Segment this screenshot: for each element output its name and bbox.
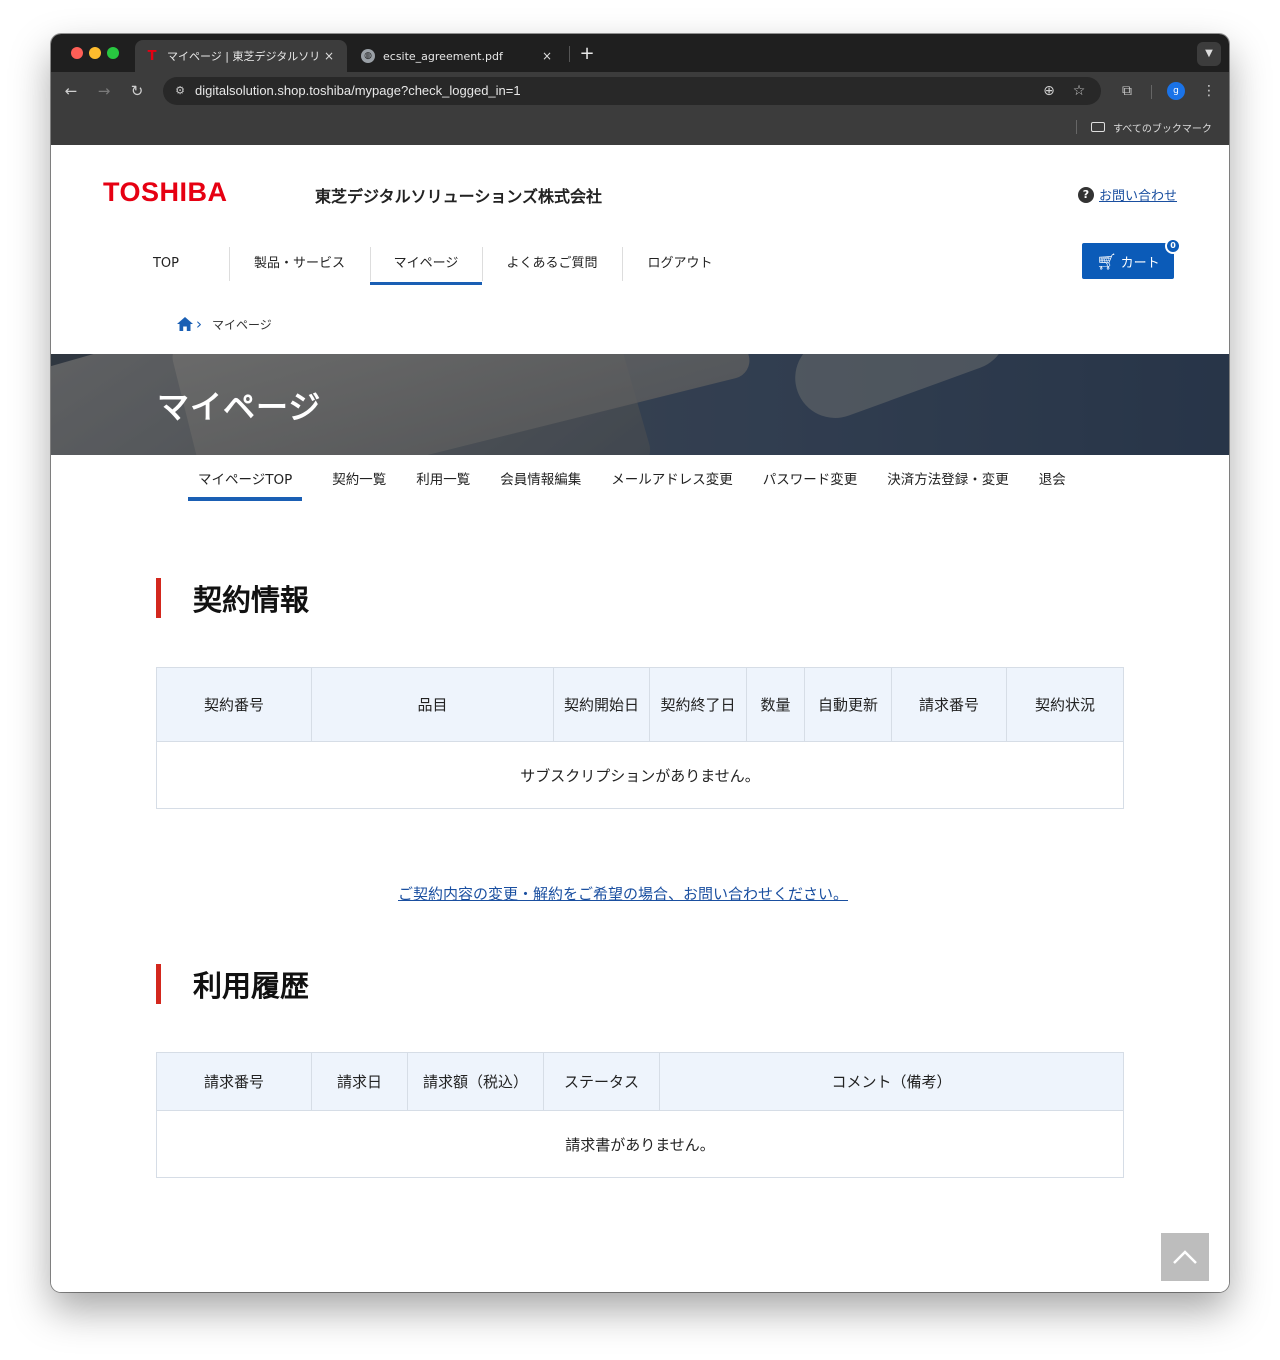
- contracts-table: 契約番号 品目 契約開始日 契約終了日 数量 自動更新 請求番号 契約状況 サブ…: [156, 667, 1124, 809]
- empty-message: サブスクリプションがありません。: [156, 741, 1124, 809]
- contact-link-label[interactable]: お問い合わせ: [1099, 185, 1177, 204]
- subnav-item[interactable]: 契約一覧: [332, 465, 386, 501]
- cart-icon: 🛒︎: [1096, 251, 1117, 271]
- extensions-puzzle-icon[interactable]: ⧉: [1117, 81, 1137, 101]
- subnav-item[interactable]: 退会: [1039, 465, 1066, 501]
- back-to-top-button[interactable]: [1161, 1233, 1209, 1281]
- profile-avatar[interactable]: g: [1167, 82, 1185, 100]
- subnav-item[interactable]: パスワード変更: [763, 465, 858, 501]
- column-header: 契約開始日: [553, 667, 650, 742]
- column-header: 契約状況: [1006, 667, 1124, 742]
- column-header: 請求番号: [156, 1052, 312, 1111]
- contracts-heading: 契約情報: [156, 577, 309, 619]
- hero-banner: マイページ: [51, 354, 1229, 455]
- subnav-item[interactable]: メールアドレス変更: [611, 465, 733, 501]
- table-header-row: 請求番号 請求日 請求額（税込） ステータス コメント（備考）: [156, 1052, 1124, 1111]
- browser-window: T マイページ | 東芝デジタルソリュ × ◍ ecsite_agreement…: [51, 34, 1229, 1292]
- heading-accent-bar: [156, 578, 161, 618]
- table-row: サブスクリプションがありません。: [156, 741, 1124, 809]
- folder-icon: [1091, 122, 1105, 132]
- question-circle-icon: ?: [1078, 186, 1094, 203]
- tab-bar: T マイページ | 東芝デジタルソリュ × ◍ ecsite_agreement…: [51, 34, 1229, 72]
- column-header: 契約終了日: [649, 667, 747, 742]
- more-menu-icon[interactable]: ⋮: [1199, 81, 1219, 101]
- column-header: 契約番号: [156, 667, 312, 742]
- tab-agreement-pdf[interactable]: ◍ ecsite_agreement.pdf ×: [351, 40, 565, 72]
- column-header: 数量: [746, 667, 805, 742]
- breadcrumb-current: マイページ: [212, 317, 272, 332]
- table-header-row: 契約番号 品目 契約開始日 契約終了日 数量 自動更新 請求番号 契約状況: [156, 667, 1124, 742]
- empty-message: 請求書がありません。: [156, 1110, 1124, 1178]
- browser-toolbar: ← → ↻ ⚙ digitalsolution.shop.toshiba/myp…: [51, 72, 1229, 110]
- new-tab-button[interactable]: +: [575, 42, 599, 66]
- minimize-window-button[interactable]: [89, 47, 101, 59]
- column-header: 請求額（税込）: [407, 1052, 544, 1111]
- column-header: 請求日: [311, 1052, 408, 1111]
- page-title: マイページ: [157, 388, 322, 426]
- close-window-button[interactable]: [71, 47, 83, 59]
- nav-item[interactable]: ログアウト: [622, 245, 738, 283]
- subnav-item[interactable]: 利用一覧: [416, 465, 470, 501]
- address-bar[interactable]: ⚙ digitalsolution.shop.toshiba/mypage?ch…: [163, 77, 1101, 105]
- table-row: 請求書がありません。: [156, 1110, 1124, 1178]
- contracts-heading-text: 契約情報: [193, 583, 310, 617]
- bookmarks-bar: すべてのブックマーク: [51, 110, 1229, 145]
- tab-title: ecsite_agreement.pdf: [383, 49, 503, 63]
- toshiba-logo[interactable]: TOSHIBA: [103, 177, 228, 208]
- chevron-up-icon: [1173, 1250, 1197, 1264]
- tab-mypage[interactable]: T マイページ | 東芝デジタルソリュ ×: [135, 40, 347, 72]
- cart-button[interactable]: 🛒︎ カート: [1082, 243, 1174, 279]
- bookmarks-separator: [1076, 120, 1077, 134]
- subnav-item[interactable]: 会員情報編集: [500, 465, 581, 501]
- usage-heading: 利用履歴: [156, 963, 309, 1005]
- url-text[interactable]: digitalsolution.shop.toshiba/mypage?chec…: [195, 77, 521, 105]
- forward-arrow-icon[interactable]: →: [94, 81, 114, 101]
- site-settings-icon[interactable]: ⚙: [171, 82, 189, 100]
- subnav-item[interactable]: 決済方法登録・変更: [887, 465, 1009, 501]
- cart-label: カート: [1120, 255, 1160, 271]
- nav-item[interactable]: TOP: [103, 245, 229, 283]
- column-header: コメント（備考）: [659, 1052, 1124, 1111]
- reload-icon[interactable]: ↻: [127, 81, 147, 101]
- all-bookmarks-label: すべてのブックマーク: [1113, 123, 1212, 135]
- page-content: TOSHIBA 東芝デジタルソリューションズ株式会社 ? お問い合わせ TOP 製…: [51, 145, 1229, 1292]
- maximize-window-button[interactable]: [107, 47, 119, 59]
- breadcrumb: › マイページ: [176, 315, 272, 333]
- toshiba-favicon-icon: T: [147, 48, 157, 64]
- nav-item[interactable]: マイページ: [370, 245, 482, 285]
- usage-table: 請求番号 請求日 請求額（税込） ステータス コメント（備考） 請求書がありませ…: [156, 1052, 1124, 1178]
- all-bookmarks-button[interactable]: すべてのブックマーク: [1091, 118, 1212, 136]
- tab-search-chevron-icon[interactable]: ▼: [1197, 42, 1221, 66]
- contract-change-link[interactable]: ご契約内容の変更・解約をご希望の場合、お問い合わせください。: [398, 883, 848, 904]
- toolbar-separator: [1151, 85, 1152, 99]
- tab-close-icon[interactable]: ×: [321, 49, 337, 63]
- nav-item[interactable]: 製品・サービス: [229, 245, 370, 283]
- home-icon[interactable]: [176, 316, 194, 332]
- contact-link[interactable]: ? お問い合わせ: [1078, 185, 1177, 204]
- heading-accent-bar: [156, 964, 161, 1004]
- column-header: 品目: [311, 667, 554, 742]
- column-header: 請求番号: [891, 667, 1007, 742]
- main-navigation: TOP 製品・サービス マイページ よくあるご質問 ログアウト: [103, 245, 738, 285]
- back-arrow-icon[interactable]: ←: [61, 81, 81, 101]
- column-header: 自動更新: [804, 667, 892, 742]
- cart-count-badge: 0: [1165, 238, 1181, 254]
- globe-icon: ◍: [361, 49, 375, 63]
- subnav-item[interactable]: マイページTOP: [188, 465, 303, 501]
- tab-title: マイページ | 東芝デジタルソリュ: [167, 50, 321, 63]
- tab-close-icon[interactable]: ×: [539, 49, 555, 63]
- mypage-subnav: マイページTOP 契約一覧 利用一覧 会員情報編集 メールアドレス変更 パスワード変更 決済…: [188, 465, 1096, 503]
- zoom-icon[interactable]: ⊕: [1039, 81, 1059, 101]
- breadcrumb-chevron-icon: ›: [196, 315, 202, 333]
- company-name: 東芝デジタルソリューションズ株式会社: [315, 187, 603, 206]
- column-header: ステータス: [543, 1052, 660, 1111]
- bookmark-star-icon[interactable]: ☆: [1069, 81, 1089, 101]
- tab-divider: [569, 46, 570, 62]
- nav-item[interactable]: よくあるご質問: [482, 245, 622, 283]
- usage-heading-text: 利用履歴: [193, 969, 310, 1003]
